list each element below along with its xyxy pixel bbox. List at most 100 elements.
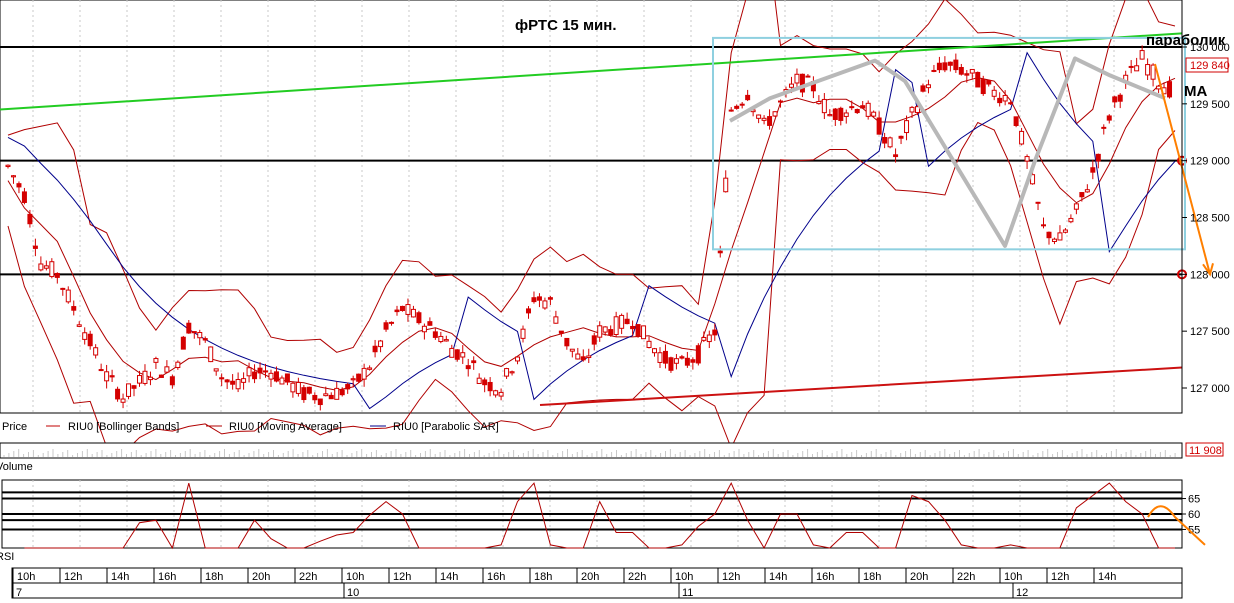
- candle-body: [525, 308, 531, 314]
- candle-body: [739, 103, 745, 106]
- candle-body: [328, 394, 334, 400]
- candle-body: [147, 376, 153, 381]
- chart-title: фРТС 15 мин.: [515, 17, 617, 34]
- candle-body: [71, 306, 77, 311]
- candle-body: [16, 183, 22, 188]
- candle-body: [334, 387, 340, 400]
- candle-body: [1134, 65, 1140, 72]
- candle-body: [1090, 167, 1096, 173]
- legend-bollinger-label: RIU0 [Bollinger Bands]: [68, 421, 179, 433]
- candle-body: [164, 366, 170, 373]
- rsi-panel: 556065 RSI: [0, 479, 1206, 563]
- candle-body: [882, 137, 888, 144]
- candle-body: [690, 359, 696, 363]
- candle-body: [10, 175, 16, 178]
- time-tick-label: 18h: [863, 571, 881, 583]
- time-axis: 10h 12h 14h 16h 18h 20h 22h 10h 12h 14h 16h 18h 20h 2…: [11, 567, 1183, 599]
- candle-body: [498, 391, 504, 397]
- candle-body: [986, 79, 992, 85]
- candle-body: [997, 97, 1003, 104]
- candle-body: [717, 250, 723, 254]
- candle-body: [816, 100, 822, 105]
- candle-body: [93, 347, 99, 356]
- candle-body: [202, 338, 208, 341]
- candle-body: [345, 384, 351, 390]
- candle-body: [5, 164, 11, 168]
- candle-body: [1008, 102, 1014, 105]
- time-tick-label: 10h: [346, 571, 364, 583]
- candle-body: [695, 345, 701, 364]
- candle-body: [569, 348, 575, 352]
- candle-body: [109, 375, 115, 378]
- candle-body: [805, 75, 811, 78]
- time-tick-label: 18h: [205, 571, 223, 583]
- candle-body: [1019, 130, 1025, 145]
- candle-body: [1035, 201, 1041, 204]
- candle-body: [372, 345, 378, 353]
- time-tick-label: 14h: [440, 571, 458, 583]
- candle-body: [361, 367, 367, 380]
- candle-body: [788, 83, 794, 88]
- candle-body: [547, 297, 553, 300]
- time-tick-label: 10h: [17, 571, 35, 583]
- candle-body: [531, 297, 537, 303]
- candle-body: [1128, 65, 1134, 68]
- candle-body: [306, 386, 312, 394]
- candle-body: [1068, 217, 1074, 223]
- candle-body: [339, 389, 345, 396]
- candle-body: [509, 371, 515, 374]
- candle-body: [778, 100, 784, 103]
- candle-body: [295, 381, 301, 394]
- candle-body: [136, 375, 142, 384]
- candle-body: [712, 329, 718, 336]
- candle-body: [60, 287, 66, 290]
- candle-body: [432, 331, 438, 338]
- candle-body: [1106, 115, 1112, 121]
- candle-body: [230, 380, 236, 385]
- candle-body: [865, 102, 871, 117]
- candle-body: [898, 135, 904, 139]
- candle-body: [580, 356, 586, 361]
- candle-body: [356, 373, 362, 382]
- volume-panel: 11 908 Volume: [0, 442, 1224, 473]
- price-tick-label: 130 000: [1190, 42, 1230, 54]
- time-tick-label: 20h: [581, 571, 599, 583]
- candle-body: [558, 330, 564, 334]
- candle-body: [252, 371, 258, 380]
- candle-body: [405, 304, 411, 315]
- price-tick-label: 129 500: [1190, 99, 1230, 111]
- time-tick-label: 12h: [1051, 571, 1069, 583]
- candle-body: [82, 332, 88, 340]
- candle-body: [443, 339, 449, 342]
- time-tick-label: 10h: [675, 571, 693, 583]
- candle-body: [887, 137, 893, 148]
- candle-body: [1051, 238, 1057, 242]
- candle-body: [597, 325, 603, 338]
- candle-body: [1073, 203, 1079, 210]
- candle-body: [410, 308, 416, 318]
- candle-body: [43, 265, 49, 269]
- candle-body: [27, 213, 33, 225]
- candle-body: [909, 106, 915, 113]
- time-tick-label: 10h: [1004, 571, 1022, 583]
- candle-body: [756, 114, 762, 119]
- candle-body: [641, 325, 647, 340]
- candle-body: [191, 331, 197, 334]
- day-tick-label: 12: [1016, 587, 1028, 599]
- candle-body: [427, 321, 433, 326]
- candle-body: [263, 370, 269, 373]
- candle-body: [317, 398, 323, 406]
- candle-body: [1112, 96, 1118, 103]
- candle-body: [630, 325, 636, 330]
- candle-body: [21, 191, 27, 203]
- candle-body: [449, 347, 455, 358]
- candle-body: [871, 111, 877, 117]
- candle-body: [120, 398, 126, 403]
- candle-body: [515, 356, 521, 362]
- candle-body: [235, 379, 241, 390]
- rsi-tick-label: 65: [1188, 494, 1200, 506]
- candle-body: [421, 325, 427, 333]
- candle-body: [180, 336, 186, 350]
- candle-body: [284, 373, 290, 383]
- candle-body: [953, 59, 959, 71]
